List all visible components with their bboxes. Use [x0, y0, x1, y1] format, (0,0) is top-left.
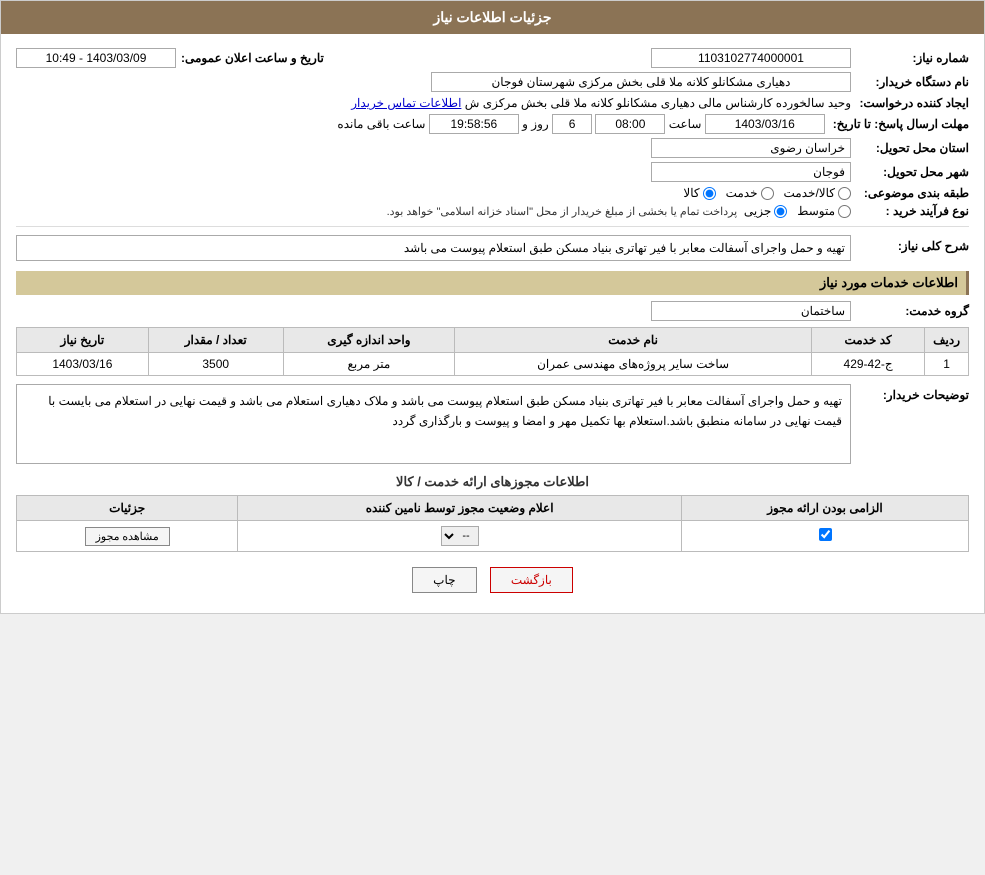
need-number-value: 1103102774000001 — [651, 48, 851, 68]
main-content: شماره نیاز: 1103102774000001 تاریخ و ساع… — [1, 34, 984, 613]
permit-view-button[interactable]: مشاهده مجوز — [85, 527, 170, 546]
radio-motavasset: متوسط — [797, 204, 851, 218]
purchase-type-label: نوع فرآیند خرید : — [859, 204, 969, 218]
services-section-title: اطلاعات خدمات مورد نیاز — [16, 271, 969, 295]
col-status: اعلام وضعیت مجوز توسط نامین کننده — [238, 496, 682, 521]
radio-jozei-input[interactable] — [774, 205, 787, 218]
radio-kala-khedmat-input[interactable] — [838, 187, 851, 200]
creator-label: ایجاد کننده درخواست: — [859, 96, 969, 110]
need-desc-row: شرح کلی نیاز: تهیه و حمل واجرای آسفالت م… — [16, 235, 969, 261]
need-number-label: شماره نیاز: — [859, 51, 969, 65]
radio-jozei: جزیی — [744, 204, 787, 218]
radio-khedmat-label: خدمت — [726, 186, 758, 200]
cell-count: 3500 — [148, 353, 283, 376]
permit-required-cell — [682, 521, 969, 552]
permits-row: -- مشاهده مجوز — [17, 521, 969, 552]
permit-status-select[interactable]: -- — [441, 526, 479, 546]
need-desc-label: شرح کلی نیاز: — [859, 235, 969, 253]
radio-kala-khedmat-label: کالا/خدمت — [784, 186, 835, 200]
radio-khedmat: خدمت — [726, 186, 774, 200]
back-button[interactable]: بازگشت — [490, 567, 573, 593]
province-label: استان محل تحویل: — [859, 141, 969, 155]
permits-section-title: اطلاعات مجوزهای ارائه خدمت / کالا — [16, 474, 969, 490]
buyer-org-label: نام دستگاه خریدار: — [859, 75, 969, 89]
radio-kala-label: کالا — [683, 186, 699, 200]
radio-motavasset-input[interactable] — [838, 205, 851, 218]
deadline-days: 6 — [552, 114, 592, 134]
radio-jozei-label: جزیی — [744, 204, 771, 218]
radio-motavasset-label: متوسط — [797, 204, 835, 218]
deadline-label: مهلت ارسال پاسخ: تا تاریخ: — [833, 117, 969, 131]
cell-date: 1403/03/16 — [17, 353, 149, 376]
col-name: نام خدمت — [455, 328, 812, 353]
deadline-day-label: روز و — [522, 117, 549, 131]
announcement-label: تاریخ و ساعت اعلان عمومی: — [181, 51, 324, 65]
buyer-org-row: نام دستگاه خریدار: دهیاری مشکانلو کلانه … — [16, 72, 969, 92]
page-header: جزئیات اطلاعات نیاز — [1, 1, 984, 34]
page-wrapper: جزئیات اطلاعات نیاز شماره نیاز: 11031027… — [0, 0, 985, 614]
cell-radif: 1 — [925, 353, 969, 376]
col-required: الزامی بودن ارائه مجوز — [682, 496, 969, 521]
service-group-label: گروه خدمت: — [859, 304, 969, 318]
divider-1 — [16, 226, 969, 227]
category-label: طبقه بندی موضوعی: — [859, 186, 969, 200]
radio-kala-input[interactable] — [703, 187, 716, 200]
col-radif: ردیف — [925, 328, 969, 353]
purchase-type-radio-group: متوسط جزیی — [744, 204, 851, 218]
radio-kala-khedmat: کالا/خدمت — [784, 186, 851, 200]
col-details: جزئیات — [17, 496, 238, 521]
announcement-value: 1403/03/09 - 10:49 — [16, 48, 176, 68]
col-date: تاریخ نیاز — [17, 328, 149, 353]
province-value: خراسان رضوی — [651, 138, 851, 158]
permit-details-cell: مشاهده مجوز — [17, 521, 238, 552]
creator-value: وحید سالخورده کارشناس مالی دهیاری مشکانل… — [465, 96, 851, 110]
permits-table: الزامی بودن ارائه مجوز اعلام وضعیت مجوز … — [16, 495, 969, 552]
deadline-time-label: ساعت — [669, 117, 702, 131]
category-row: طبقه بندی موضوعی: کالا/خدمت خدمت کالا — [16, 186, 969, 200]
deadline-date: 1403/03/16 — [705, 114, 825, 134]
permit-status-cell: -- — [238, 521, 682, 552]
radio-khedmat-input[interactable] — [761, 187, 774, 200]
creator-link[interactable]: اطلاعات تماس خریدار — [351, 96, 461, 110]
service-group-value: ساختمان — [651, 301, 851, 321]
buyer-notes-label: توضیحات خریدار: — [859, 384, 969, 402]
col-count: تعداد / مقدار — [148, 328, 283, 353]
permit-required-checkbox[interactable] — [819, 528, 832, 541]
city-value: فوجان — [651, 162, 851, 182]
page-title: جزئیات اطلاعات نیاز — [433, 9, 551, 25]
col-unit: واحد اندازه گیری — [283, 328, 454, 353]
table-row: 1 ج-42-429 ساخت سایر پروژه‌های مهندسی عم… — [17, 353, 969, 376]
buyer-notes-value: تهیه و حمل واجرای آسفالت معابر با فیر ته… — [16, 384, 851, 464]
buyer-org-value: دهیاری مشکانلو کلانه ملا قلی بخش مرکزی ش… — [431, 72, 851, 92]
deadline-time: 08:00 — [595, 114, 665, 134]
print-button[interactable]: چاپ — [412, 567, 476, 593]
col-code: کد خدمت — [812, 328, 925, 353]
radio-kala: کالا — [683, 186, 715, 200]
city-label: شهر محل تحویل: — [859, 165, 969, 179]
button-group: بازگشت چاپ — [16, 567, 969, 593]
cell-name: ساخت سایر پروژه‌های مهندسی عمران — [455, 353, 812, 376]
services-table: ردیف کد خدمت نام خدمت واحد اندازه گیری ت… — [16, 327, 969, 376]
category-radio-group: کالا/خدمت خدمت کالا — [683, 186, 851, 200]
service-group-row: گروه خدمت: ساختمان — [16, 301, 969, 321]
province-row: استان محل تحویل: خراسان رضوی — [16, 138, 969, 158]
deadline-row: مهلت ارسال پاسخ: تا تاریخ: 1403/03/16 سا… — [16, 114, 969, 134]
deadline-remaining-label: ساعت باقی مانده — [337, 117, 425, 131]
cell-code: ج-42-429 — [812, 353, 925, 376]
cell-unit: متر مربع — [283, 353, 454, 376]
need-number-row: شماره نیاز: 1103102774000001 تاریخ و ساع… — [16, 48, 969, 68]
deadline-remaining: 19:58:56 — [429, 114, 519, 134]
purchase-type-row: نوع فرآیند خرید : متوسط جزیی پرداخت تمام… — [16, 204, 969, 218]
purchase-note: پرداخت تمام یا بخشی از مبلغ خریدار از مح… — [387, 205, 738, 218]
creator-row: ایجاد کننده درخواست: وحید سالخورده کارشن… — [16, 96, 969, 110]
need-desc-box: تهیه و حمل واجرای آسفالت معابر با فیر ته… — [16, 235, 851, 261]
city-row: شهر محل تحویل: فوجان — [16, 162, 969, 182]
need-desc-value: تهیه و حمل واجرای آسفالت معابر با فیر ته… — [404, 241, 845, 255]
buyer-notes-row: توضیحات خریدار: تهیه و حمل واجرای آسفالت… — [16, 384, 969, 464]
